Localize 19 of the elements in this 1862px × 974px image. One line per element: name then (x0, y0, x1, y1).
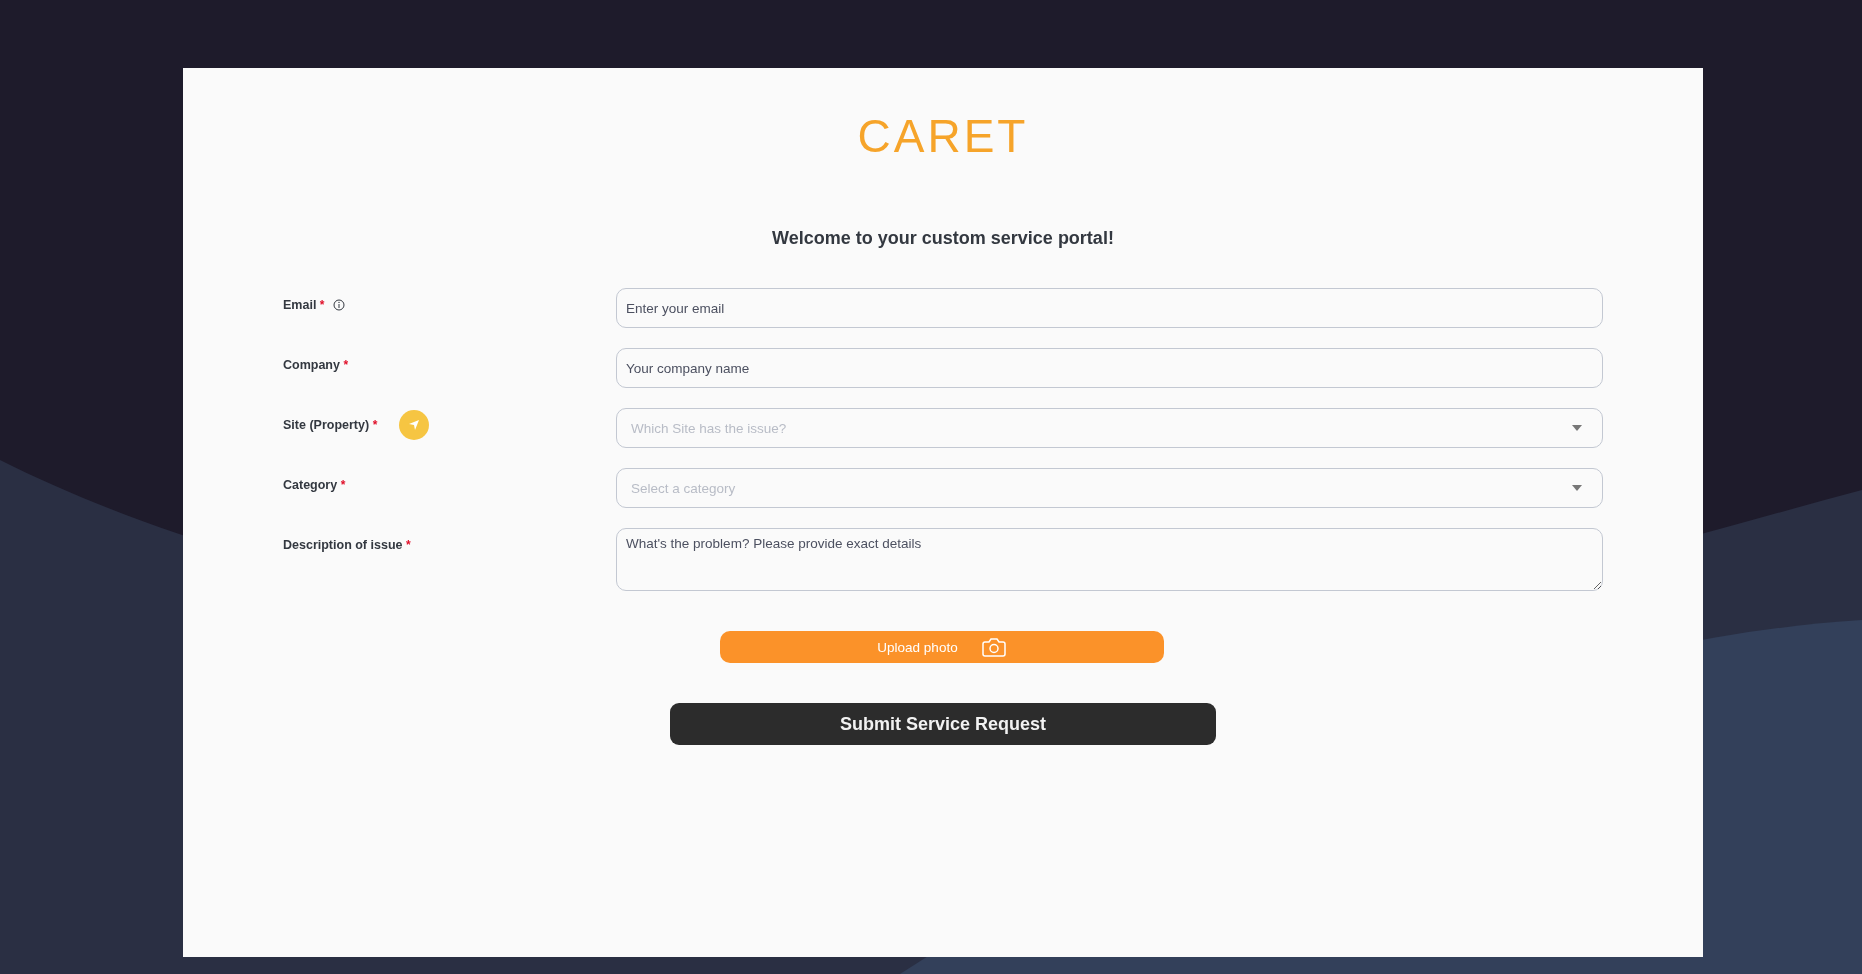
welcome-heading: Welcome to your custom service portal! (772, 228, 1114, 249)
field-label: Company * (283, 358, 349, 372)
upload-photo-button[interactable]: Upload photo (719, 631, 1164, 663)
field-label: Description of issue * (283, 538, 411, 552)
field-label: Category * (283, 478, 346, 492)
select-field[interactable]: Select a category (616, 468, 1603, 508)
field-label: Site (Property) * (283, 418, 378, 432)
field-label: Email * (283, 298, 325, 312)
logo: CARET (857, 113, 1029, 163)
input-field[interactable]: Enter your email (616, 288, 1603, 328)
camera-icon (981, 637, 1006, 657)
text-area[interactable]: What's the problem? Please provide exact details (616, 528, 1603, 591)
select-field[interactable]: Which Site has the issue? (616, 408, 1603, 448)
submit-button[interactable]: Submit Service Request (670, 703, 1216, 745)
dropdown-caret-icon (1572, 425, 1582, 431)
info-icon[interactable] (332, 299, 345, 311)
input-field[interactable]: Your company name (616, 348, 1603, 388)
navigation-arrow-icon (407, 418, 422, 432)
dropdown-caret-icon (1572, 485, 1582, 491)
